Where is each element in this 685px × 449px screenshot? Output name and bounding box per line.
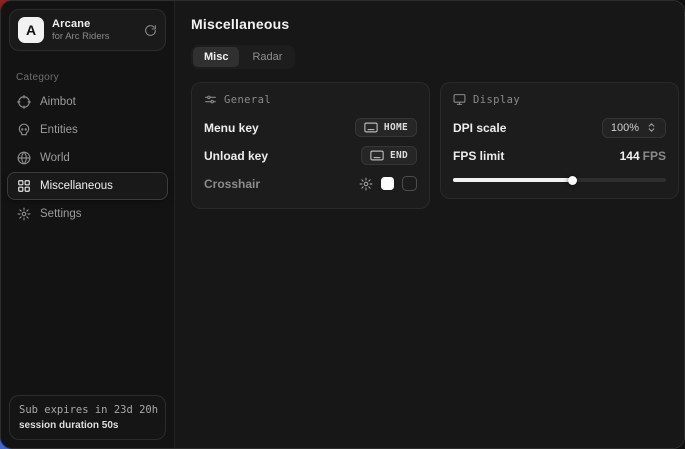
sidebar-item-label: Entities xyxy=(40,124,78,136)
tab-bar: Misc Radar xyxy=(191,45,295,69)
keyboard-icon xyxy=(370,150,384,161)
crosshair-color-swatch[interactable] xyxy=(381,177,394,190)
dpi-scale-value: 100% xyxy=(611,122,639,134)
brand-card: A Arcane for Arc Riders xyxy=(9,9,166,51)
globe-icon xyxy=(17,151,31,165)
page-title: Miscellaneous xyxy=(191,16,679,32)
unload-key-label: Unload key xyxy=(204,149,268,163)
crosshair-settings-gear-icon[interactable] xyxy=(359,177,373,191)
app-logo: A xyxy=(18,17,44,43)
session-duration-text: session duration 50s xyxy=(19,420,156,431)
sidebar-item-label: Aimbot xyxy=(40,96,76,108)
main-content: Miscellaneous Misc Radar General xyxy=(175,1,685,448)
unload-key-value: END xyxy=(390,150,408,161)
sidebar: A Arcane for Arc Riders Category Aimbot xyxy=(1,1,175,448)
crosshair-row: Crosshair xyxy=(204,171,417,196)
sliders-icon xyxy=(204,93,217,106)
sidebar-item-entities[interactable]: Entities xyxy=(7,116,168,144)
tab-radar[interactable]: Radar xyxy=(241,47,293,67)
refresh-icon[interactable] xyxy=(144,24,157,37)
display-card-header: Display xyxy=(453,93,666,106)
general-card: General Menu key HOME Unload key xyxy=(191,82,430,209)
menu-key-button[interactable]: HOME xyxy=(355,118,417,137)
sidebar-item-label: Settings xyxy=(40,208,82,220)
sidebar-item-label: World xyxy=(40,152,70,164)
sidebar-item-aimbot[interactable]: Aimbot xyxy=(7,88,168,116)
skull-icon xyxy=(17,123,31,137)
unload-key-button[interactable]: END xyxy=(361,146,417,165)
dpi-scale-label: DPI scale xyxy=(453,121,506,135)
keyboard-icon xyxy=(364,122,378,133)
menu-key-value: HOME xyxy=(384,122,408,133)
sub-expiry-text: Sub expires in 23d 20h xyxy=(19,404,156,416)
grid-icon xyxy=(17,179,31,193)
fps-limit-value: 144FPS xyxy=(620,149,666,163)
fps-limit-label: FPS limit xyxy=(453,149,504,163)
menu-key-label: Menu key xyxy=(204,121,259,135)
crosshair-checkbox[interactable] xyxy=(402,176,417,191)
sidebar-item-label: Miscellaneous xyxy=(40,180,113,192)
gear-icon xyxy=(17,207,31,221)
crosshair-label: Crosshair xyxy=(204,177,260,191)
general-card-title: General xyxy=(224,94,271,106)
tab-misc[interactable]: Misc xyxy=(193,47,239,67)
category-label: Category xyxy=(16,72,174,83)
sidebar-spacer xyxy=(1,228,174,387)
general-card-header: General xyxy=(204,93,417,106)
sidebar-item-miscellaneous[interactable]: Miscellaneous xyxy=(7,172,168,200)
crosshair-controls xyxy=(359,176,417,191)
app-title: Arcane xyxy=(52,18,136,30)
crosshair-icon xyxy=(17,95,31,109)
sidebar-item-world[interactable]: World xyxy=(7,144,168,172)
chevrons-up-down-icon xyxy=(646,122,657,133)
dpi-scale-select[interactable]: 100% xyxy=(602,118,666,138)
fps-slider-fill xyxy=(453,178,572,182)
fps-slider[interactable] xyxy=(453,174,666,186)
fps-limit-row: FPS limit 144FPS xyxy=(453,143,666,168)
display-card: Display DPI scale 100% FPS limit xyxy=(440,82,679,199)
sidebar-item-settings[interactable]: Settings xyxy=(7,200,168,228)
fps-slider-thumb[interactable] xyxy=(568,176,577,185)
monitor-icon xyxy=(453,93,466,106)
display-card-title: Display xyxy=(473,94,520,106)
dpi-scale-row: DPI scale 100% xyxy=(453,115,666,140)
brand-text: Arcane for Arc Riders xyxy=(52,18,136,42)
cards-row: General Menu key HOME Unload key xyxy=(191,82,679,209)
app-subtitle: for Arc Riders xyxy=(52,31,136,42)
app-window: A Arcane for Arc Riders Category Aimbot xyxy=(0,0,685,449)
sidebar-nav: Aimbot Entities World xyxy=(1,88,174,228)
menu-key-row: Menu key HOME xyxy=(204,115,417,140)
unload-key-row: Unload key END xyxy=(204,143,417,168)
subscription-card: Sub expires in 23d 20h session duration … xyxy=(9,395,166,440)
